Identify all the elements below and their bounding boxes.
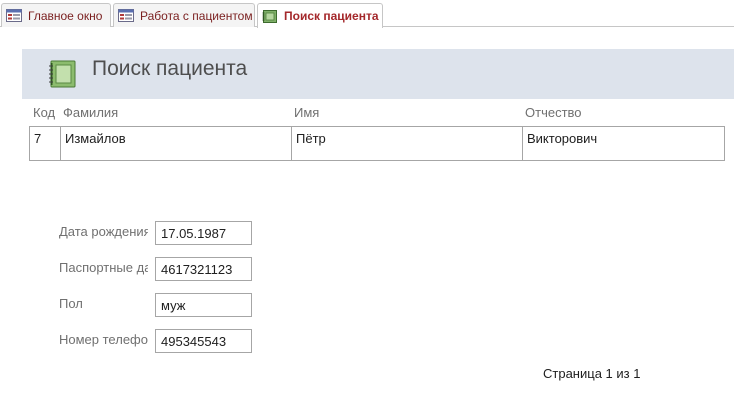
table-row[interactable]: 7 Измайлов Пётр Викторович [29, 126, 725, 161]
tab-patient-work[interactable]: Работа с пациентом [113, 3, 255, 27]
report-icon [49, 60, 76, 88]
form-icon [118, 9, 134, 22]
report-header: Поиск пациента [22, 49, 734, 99]
birth-date-field[interactable]: 17.05.1987 [155, 221, 252, 245]
tab-main-window[interactable]: Главное окно [1, 3, 111, 27]
cell-code[interactable]: 7 [30, 127, 60, 160]
tab-patient-search[interactable]: Поиск пациента [257, 3, 383, 28]
form-icon [6, 9, 22, 22]
page-number: Страница 1 из 1 [543, 366, 641, 381]
phone-label: Номер телефона [59, 332, 148, 347]
report-icon [262, 9, 277, 23]
gender-label: Пол [59, 296, 83, 311]
tab-label: Главное окно [28, 8, 103, 23]
tab-label: Работа с пациентом [140, 8, 253, 23]
document-tab-strip: Главное окно Работа с пациентом Поиск па… [0, 0, 734, 28]
column-header-code: Код [33, 105, 56, 120]
birth-date-label: Дата рождения [59, 224, 148, 239]
column-header-first-name: Имя [294, 105, 320, 120]
column-header-last-name: Фамилия [63, 105, 119, 120]
cell-patronymic[interactable]: Викторович [522, 127, 724, 160]
passport-label: Паспортные данные [59, 260, 148, 275]
phone-field[interactable]: 495345543 [155, 329, 252, 353]
gender-field[interactable]: муж [155, 293, 252, 317]
cell-last-name[interactable]: Измайлов [60, 127, 291, 160]
passport-field[interactable]: 4617321123 [155, 257, 252, 281]
cell-first-name[interactable]: Пётр [291, 127, 522, 160]
column-header-patronymic: Отчество [525, 105, 582, 120]
tab-label: Поиск пациента [284, 9, 379, 23]
page-title: Поиск пациента [92, 57, 248, 80]
